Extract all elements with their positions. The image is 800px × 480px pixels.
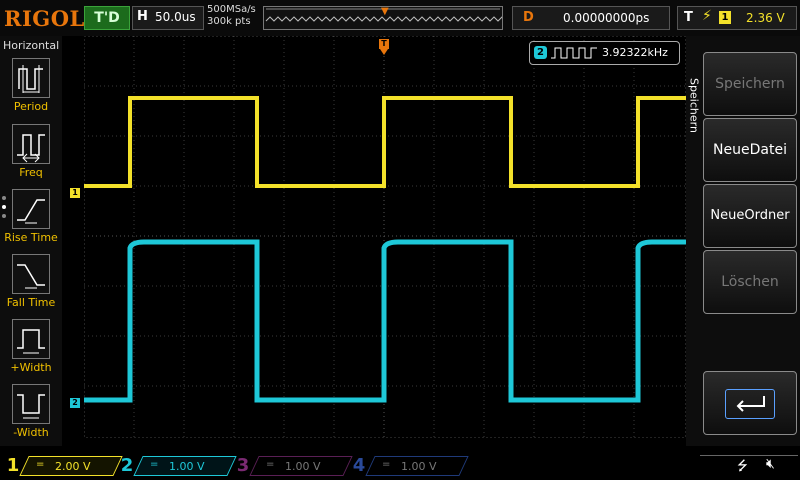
save-menu: Speichern Speichern NeueDatei NeueOrdner… (686, 36, 800, 446)
return-icon (725, 389, 775, 419)
measure-freq-button[interactable]: Freq (0, 124, 62, 186)
timebase-key: H (137, 9, 148, 24)
menu-title: Horizontal (3, 39, 60, 52)
freq-label: Freq (19, 166, 43, 179)
return-button[interactable] (703, 371, 797, 435)
measure-fall-time-button[interactable]: Fall Time (0, 254, 62, 316)
frequency-value: 3.92322kHz (602, 46, 668, 59)
rise-time-label: Rise Time (4, 231, 58, 244)
usb-icon: ⭍ (737, 459, 748, 474)
speaker-muted-icon[interactable]: 🔇︎ (766, 456, 775, 472)
neg-width-icon (12, 384, 50, 424)
horizontal-delay-display[interactable]: D 0.00000000ps (512, 6, 670, 30)
measure-rise-time-button[interactable]: Rise Time (0, 189, 62, 251)
rising-edge-icon: ⚡ (702, 8, 712, 24)
delay-value: 0.00000000ps (563, 11, 650, 25)
speichern-button[interactable]: Speichern (703, 52, 797, 116)
sample-rate: 500MSa/s (207, 4, 256, 15)
save-menu-title: Speichern (686, 66, 702, 146)
ch3-scale: 1.00 V (285, 460, 321, 473)
trigger-time-arrow (380, 49, 388, 55)
measure-neg-width-button[interactable]: -Width (0, 384, 62, 446)
ch4-status[interactable]: 4 = 1.00 V (350, 455, 469, 477)
ch2-coupling: = (150, 459, 159, 470)
ch3-status[interactable]: 3 = 1.00 V (234, 455, 353, 477)
ch1-waveform (84, 96, 686, 188)
rise-time-icon (12, 189, 50, 229)
run-status-badge[interactable]: T'D (84, 6, 130, 30)
freq-icon (12, 124, 50, 164)
delay-key: D (523, 10, 534, 25)
timebase-display[interactable]: H 50.0us (132, 6, 204, 30)
trigger-source-badge: 1 (719, 11, 731, 24)
measure-menu: Horizontal Period Freq Rise Time Fall Ti… (0, 36, 62, 446)
fall-time-label: Fall Time (6, 296, 56, 309)
pos-width-label: +Width (10, 361, 52, 374)
trigger-key: T (684, 10, 693, 25)
period-label: Period (13, 100, 49, 113)
ch1-offset-marker[interactable]: 1 (70, 188, 80, 198)
ch2-offset-marker[interactable]: 2 (70, 398, 80, 408)
acquisition-info: 500MSa/s 300k pts (207, 4, 256, 28)
ch1-scale: 2.00 V (55, 460, 91, 473)
measure-pos-width-button[interactable]: +Width (0, 319, 62, 381)
neg-width-label: -Width (13, 426, 49, 439)
neue-ordner-button[interactable]: NeueOrdner (703, 184, 797, 248)
trigger-position-marker: ▼ (381, 6, 389, 17)
trigger-level: 2.36 V (746, 11, 785, 25)
memory-depth: 300k pts (207, 16, 251, 27)
ch3-coupling: = (266, 459, 275, 470)
waveform-display[interactable] (84, 36, 686, 438)
period-icon (12, 58, 50, 98)
ch1-coupling: = (36, 459, 45, 470)
frequency-measurement: 2 3.92322kHz (529, 41, 680, 65)
loeschen-button[interactable]: Löschen (703, 250, 797, 314)
timebase-value: 50.0us (155, 10, 196, 24)
ch2-scale: 1.00 V (169, 460, 205, 473)
status-tab (700, 455, 798, 478)
trigger-display[interactable]: T ⚡ 1 2.36 V (677, 6, 797, 30)
square-wave-icon (551, 47, 597, 59)
pos-width-icon (12, 319, 50, 359)
save-menu-title-text: Speichern (687, 78, 701, 133)
ch2-waveform (84, 239, 686, 403)
ch1-status[interactable]: 1 = 2.00 V (4, 455, 123, 477)
ch4-scale: 1.00 V (401, 460, 437, 473)
status-bar: RIGOL T'D H 50.0us 500MSa/s 300k pts ▼ D… (0, 0, 800, 36)
memory-overview-bar: ▼ (263, 6, 503, 30)
rigol-logo: RIGOL (4, 6, 85, 31)
measurement-channel-badge: 2 (534, 46, 547, 59)
ch4-coupling: = (382, 459, 391, 470)
graticule (84, 36, 686, 438)
ch2-status[interactable]: 2 = 1.00 V (118, 455, 237, 477)
measure-period-button[interactable]: Period (0, 58, 62, 120)
neue-datei-button[interactable]: NeueDatei (703, 118, 797, 182)
fall-time-icon (12, 254, 50, 294)
trigger-time-marker[interactable]: T (379, 39, 389, 49)
channel-status-bar: 1 = 2.00 V 2 = 1.00 V 3 = 1.00 V 4 = 1.0… (0, 452, 800, 480)
